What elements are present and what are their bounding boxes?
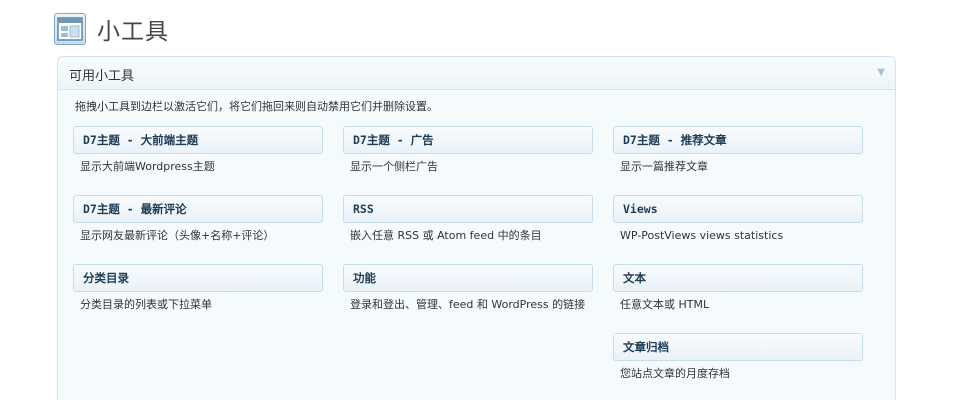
- widget-title-handle[interactable]: D7主题 - 广告: [343, 126, 593, 154]
- widget-item: 文章归档 您站点文章的月度存档: [613, 333, 863, 382]
- widget-item: D7主题 - 最新评论 显示网友最新评论（头像+名称+评论）: [73, 195, 323, 244]
- widget-item: 分类目录 分类目录的列表或下拉菜单: [73, 264, 323, 313]
- widgets-icon: [54, 13, 86, 45]
- widget-title-handle[interactable]: 分类目录: [73, 264, 323, 292]
- widget-title-handle[interactable]: 功能: [343, 264, 593, 292]
- widget-description: 嵌入任意 RSS 或 Atom feed 中的条目: [350, 229, 542, 242]
- available-widgets-panel: 可用小工具 ▼ 拖拽小工具到边栏以激活它们，将它们拖回来则自动禁用它们并删除设置…: [57, 56, 896, 400]
- widget-description: 显示一个侧栏广告: [350, 160, 438, 173]
- widget-description: 登录和登出、管理、feed 和 WordPress 的链接: [350, 298, 586, 311]
- widget-title-handle[interactable]: RSS: [343, 195, 593, 223]
- page-title: 小工具: [97, 19, 169, 45]
- widget-item: D7主题 - 广告 显示一个侧栏广告: [343, 126, 593, 175]
- widget-item: Views WP-PostViews views statistics: [613, 195, 863, 244]
- widget-description: 您站点文章的月度存档: [620, 367, 730, 380]
- widget-title-handle[interactable]: D7主题 - 最新评论: [73, 195, 323, 223]
- widget-description: 分类目录的列表或下拉菜单: [80, 298, 212, 311]
- widget-item: 文本 任意文本或 HTML: [613, 264, 863, 313]
- widget-description: 显示网友最新评论（头像+名称+评论）: [80, 229, 275, 242]
- widget-item: RSS 嵌入任意 RSS 或 Atom feed 中的条目: [343, 195, 593, 244]
- widget-title-handle[interactable]: 文章归档: [613, 333, 863, 361]
- widget-item: D7主题 - 推荐文章 显示一篇推荐文章: [613, 126, 863, 175]
- widget-title-handle[interactable]: 文本: [613, 264, 863, 292]
- widget-description: WP-PostViews views statistics: [620, 229, 784, 242]
- widget-item: 功能 登录和登出、管理、feed 和 WordPress 的链接: [343, 264, 593, 313]
- widget-title-handle[interactable]: Views: [613, 195, 863, 223]
- widget-description: 显示一篇推荐文章: [620, 160, 708, 173]
- panel-title: 可用小工具: [69, 69, 135, 84]
- page-header: 小工具: [54, 12, 169, 46]
- collapse-arrow-icon[interactable]: ▼: [877, 67, 885, 78]
- panel-description: 拖拽小工具到边栏以激活它们，将它们拖回来则自动禁用它们并删除设置。: [75, 100, 438, 113]
- widget-title-handle[interactable]: D7主题 - 大前端主题: [73, 126, 323, 154]
- panel-header[interactable]: 可用小工具 ▼: [58, 57, 895, 90]
- widget-description: 显示大前端Wordpress主题: [80, 160, 215, 173]
- widget-item: D7主题 - 大前端主题 显示大前端Wordpress主题: [73, 126, 323, 175]
- widget-description: 任意文本或 HTML: [620, 298, 710, 311]
- widget-title-handle[interactable]: D7主题 - 推荐文章: [613, 126, 863, 154]
